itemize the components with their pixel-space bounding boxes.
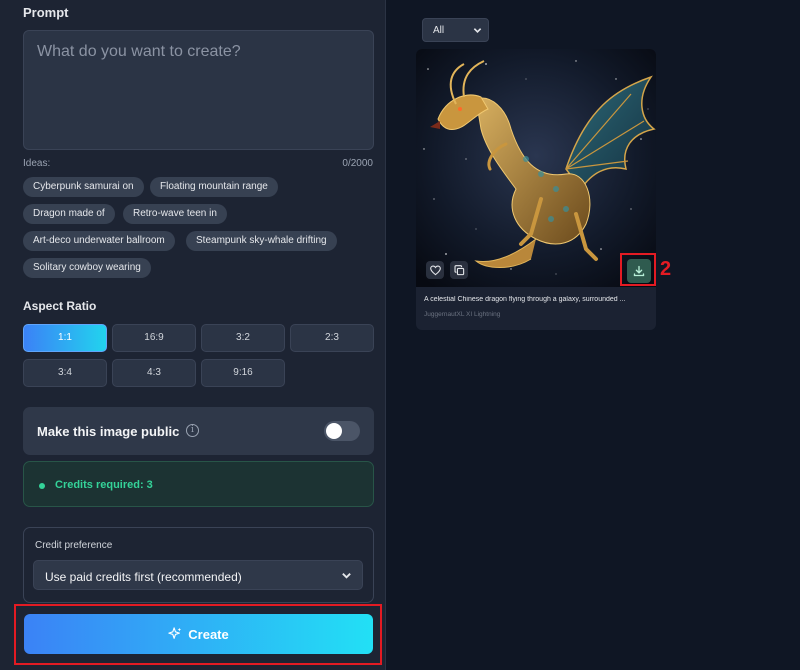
toggle-knob [326,423,342,439]
prompt-label: Prompt [23,5,69,20]
ideas-label: Ideas: [23,158,51,169]
idea-chip[interactable]: Cyberpunk samurai on [23,177,144,197]
copy-button[interactable] [450,261,468,279]
image-caption: A celestial Chinese dragon flying throug… [424,296,626,303]
credit-preference-value: Use paid credits first (recommended) [45,570,242,584]
ratio-option-16-9[interactable]: 16:9 [112,324,196,352]
credits-notice: Credits required: 3 [23,461,374,507]
gallery-card: A celestial Chinese dragon flying throug… [416,49,656,330]
idea-chip[interactable]: Art-deco underwater ballroom [23,231,175,251]
model-name: JuggernautXL XI Lightning [424,311,501,318]
copy-icon [453,264,464,275]
ratio-option-4-3[interactable]: 4:3 [112,359,196,387]
chevron-down-icon [342,573,351,579]
idea-chip[interactable]: Retro-wave teen in [123,204,227,224]
ratio-option-1-1[interactable]: 1:1 [23,324,107,352]
favorite-button[interactable] [426,261,444,279]
idea-chip[interactable]: Floating mountain range [150,177,278,197]
ratio-option-2-3[interactable]: 2:3 [290,324,374,352]
annotation-box-2 [620,253,656,286]
idea-chip[interactable]: Steampunk sky-whale drifting [186,231,337,251]
generator-panel: Prompt Ideas: 0/2000 Cyberpunk samurai o… [0,0,386,670]
ratio-option-3-4[interactable]: 3:4 [23,359,107,387]
prompt-input[interactable] [24,31,373,149]
idea-chip[interactable]: Dragon made of [23,204,115,224]
char-count: 0/2000 [342,158,373,169]
ratio-option-3-2[interactable]: 3:2 [201,324,285,352]
idea-chip[interactable]: Solitary cowboy wearing [23,258,151,278]
public-label: Make this image public [37,424,180,439]
public-toggle[interactable] [324,421,360,441]
gallery-filter-value: All [433,25,445,36]
public-setting: Make this image public i [23,407,374,455]
prompt-box [23,30,374,150]
annotation-box-1 [14,604,382,665]
gallery-filter-select[interactable]: All [422,18,489,42]
dragon-image[interactable] [416,49,656,287]
info-icon[interactable]: i [186,424,199,437]
status-dot-icon [39,483,45,489]
heart-icon [429,264,441,275]
ratio-option-9-16[interactable]: 9:16 [201,359,285,387]
credits-required-text: Credits required: 3 [55,479,153,491]
chevron-down-icon [473,28,482,33]
credit-preference-select[interactable]: Use paid credits first (recommended) [33,560,363,590]
credit-preference-label: Credit preference [35,540,113,551]
aspect-ratio-label: Aspect Ratio [23,299,97,313]
credit-preference-box: Credit preference Use paid credits first… [23,527,374,603]
annotation-marker-2: 2 [660,258,672,280]
